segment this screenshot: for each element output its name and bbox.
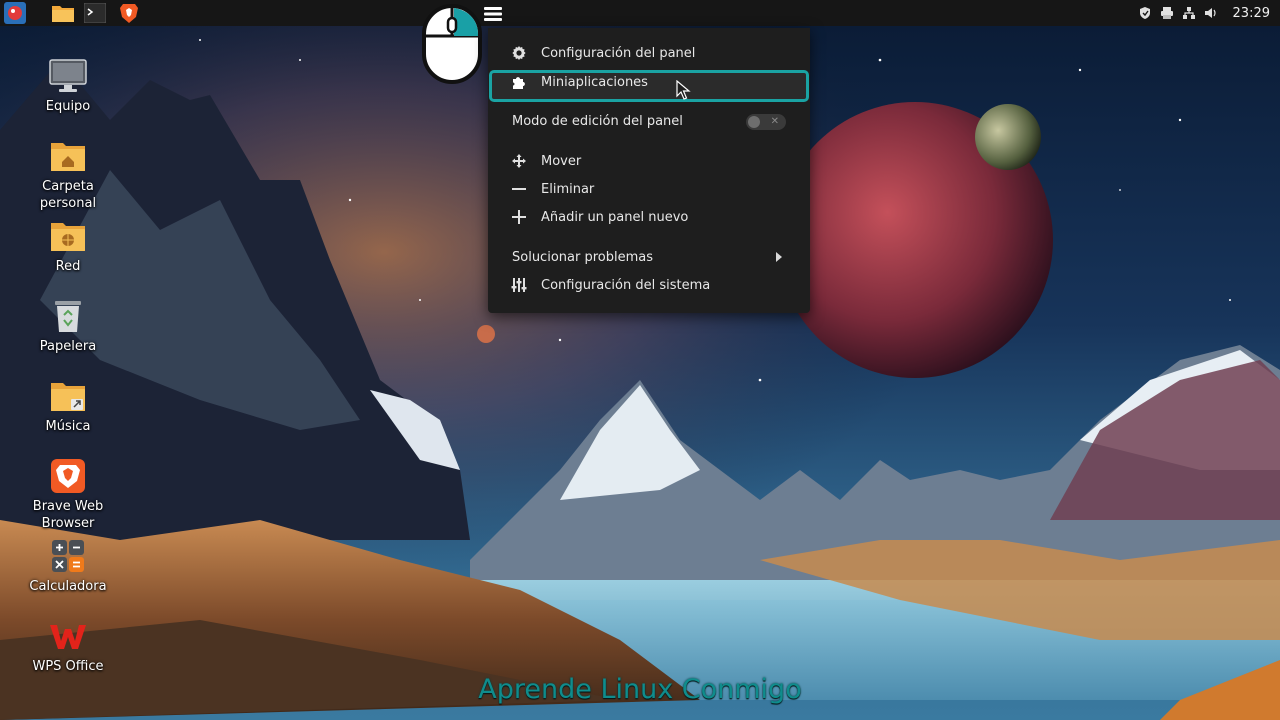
- move-icon: [511, 153, 527, 169]
- terminal-icon[interactable]: [80, 0, 110, 26]
- menu-item-mover[interactable]: Mover: [488, 148, 810, 174]
- menu-item-modo-edicion[interactable]: Modo de edición del panel ✕: [488, 108, 810, 134]
- system-tray: 23:29: [1137, 0, 1280, 26]
- music-folder-icon: [48, 376, 88, 416]
- toggle-knob: [748, 116, 760, 128]
- menu-item-configuracion-sistema[interactable]: Configuración del sistema: [488, 272, 810, 298]
- brave-icon[interactable]: [114, 0, 144, 26]
- plus-icon: [511, 209, 527, 225]
- edit-mode-toggle[interactable]: ✕: [746, 114, 786, 130]
- printer-icon[interactable]: [1159, 5, 1175, 21]
- minus-icon: [511, 181, 527, 197]
- mouse-click-indicator-icon: [420, 2, 484, 86]
- brave-icon: [48, 456, 88, 496]
- volume-icon[interactable]: [1203, 5, 1219, 21]
- desktop-icon-calculadora[interactable]: Calculadora: [20, 536, 116, 595]
- puzzle-icon: [511, 74, 527, 90]
- calculator-icon: [48, 536, 88, 576]
- sliders-icon: [511, 277, 527, 293]
- home-folder-icon: [48, 136, 88, 176]
- menu-item-solucionar-problemas[interactable]: Solucionar problemas: [488, 244, 810, 270]
- hamburger-menu-icon[interactable]: [482, 4, 504, 24]
- gear-icon: [511, 45, 527, 61]
- shield-icon[interactable]: [1137, 5, 1153, 21]
- trash-icon: [48, 296, 88, 336]
- menu-item-anadir-panel[interactable]: Añadir un panel nuevo: [488, 204, 810, 230]
- network-icon[interactable]: [1181, 5, 1197, 21]
- desktop-icon-brave[interactable]: Brave Web Browser: [20, 456, 116, 532]
- mouse-pointer-icon: [676, 79, 692, 100]
- desktop-icon-red[interactable]: Red: [20, 216, 116, 275]
- menu-item-eliminar[interactable]: Eliminar: [488, 176, 810, 202]
- desktop-icon-musica[interactable]: Música: [20, 376, 116, 435]
- desktop-icon-wps-office[interactable]: WPS Office: [20, 616, 116, 675]
- computer-icon: [48, 56, 88, 96]
- network-folder-icon: [48, 216, 88, 256]
- folder-icon[interactable]: [48, 0, 78, 26]
- desktop-icon-papelera[interactable]: Papelera: [20, 296, 116, 355]
- toggle-off-icon: ✕: [770, 116, 779, 127]
- menu-item-miniaplicaciones[interactable]: Miniaplicaciones: [488, 69, 810, 95]
- top-panel: 23:29: [0, 0, 1280, 26]
- submenu-arrow-icon: [776, 252, 782, 262]
- menu-icon[interactable]: [0, 0, 30, 26]
- clock[interactable]: 23:29: [1233, 6, 1270, 21]
- menu-item-configuracion-panel[interactable]: Configuración del panel: [488, 40, 810, 66]
- wps-icon: [48, 616, 88, 656]
- desktop-icon-equipo[interactable]: Equipo: [20, 56, 116, 115]
- panel-context-menu: Configuración del panel Miniaplicaciones…: [488, 28, 810, 313]
- desktop-icon-carpeta-personal[interactable]: Carpeta personal: [20, 136, 116, 212]
- watermark-text: Aprende Linux Conmigo: [478, 674, 802, 705]
